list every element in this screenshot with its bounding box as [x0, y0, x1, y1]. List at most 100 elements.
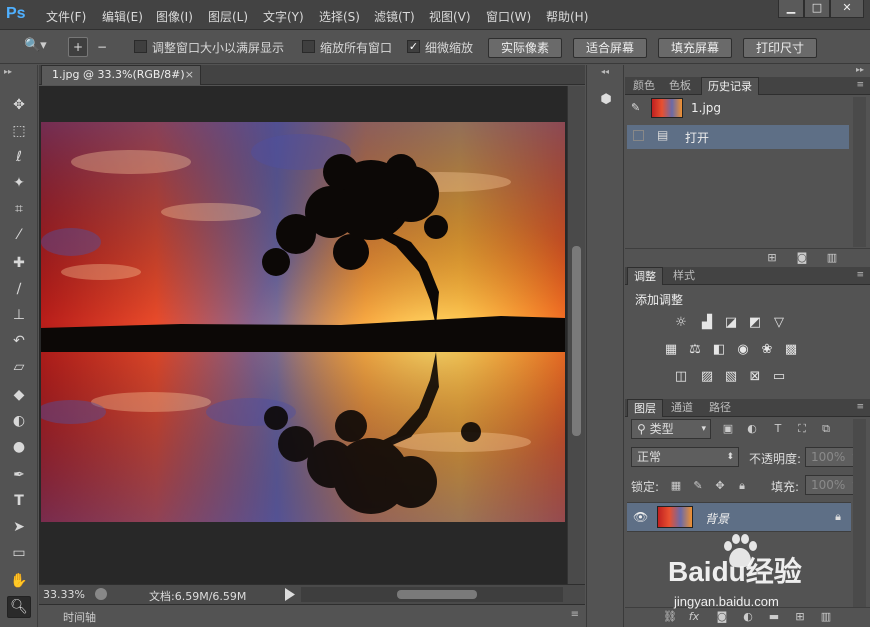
fit-screen-button[interactable]: 适合屏幕	[573, 38, 647, 58]
zoom-tool-icon[interactable]: 🔍︎	[7, 596, 31, 618]
filter-smart-object-icon[interactable]: ⧉	[819, 422, 833, 436]
horizontal-scrollbar[interactable]	[301, 587, 563, 602]
canvas-area[interactable]	[39, 86, 567, 584]
lock-all-icon[interactable]: 🔒︎	[735, 479, 749, 493]
panel-menu-icon[interactable]: ≡	[856, 270, 864, 280]
vertical-scroll-thumb[interactable]	[572, 246, 581, 436]
lock-pixels-icon[interactable]: ✎	[691, 479, 705, 493]
layer-name[interactable]: 背景	[705, 510, 729, 527]
black-white-icon[interactable]: ◧	[711, 342, 727, 358]
fill-screen-button[interactable]: 填充屏幕	[658, 38, 732, 58]
levels-icon[interactable]: ▟	[699, 315, 715, 331]
panel-menu-icon[interactable]: ≡	[856, 402, 864, 412]
tab-channels[interactable]: 通道	[665, 399, 699, 417]
zoom-level[interactable]: 33.33%	[43, 588, 85, 601]
actual-pixels-button[interactable]: 实际像素	[488, 38, 562, 58]
zoom-tool-preset-icon[interactable]: 🔍▾	[24, 38, 47, 53]
tab-color[interactable]: 颜色	[627, 77, 661, 95]
status-menu-arrow-icon[interactable]	[285, 588, 295, 601]
collapse-icon[interactable]: ▸▸	[4, 67, 12, 76]
history-step[interactable]: ▤ 打开	[627, 125, 849, 149]
healing-brush-tool-icon[interactable]: ✚	[9, 253, 29, 273]
layer-row[interactable]: 👁︎ 背景 🔒︎	[627, 502, 851, 532]
tab-layers[interactable]: 图层	[627, 399, 663, 417]
history-snapshot[interactable]: ✎ 1.jpg	[627, 97, 849, 121]
filter-shape-icon[interactable]: ⛶	[795, 422, 809, 436]
move-tool-icon[interactable]: ✥	[9, 95, 29, 115]
3d-cube-icon[interactable]: ⬢	[595, 89, 617, 111]
menu-type[interactable]: 文字(Y)	[263, 8, 304, 25]
collapse-icon[interactable]: ◂◂	[601, 67, 609, 76]
tab-history[interactable]: 历史记录	[701, 77, 759, 95]
resize-windows-checkbox[interactable]	[134, 40, 147, 53]
paint-bucket-tool-icon[interactable]: ◆	[9, 385, 29, 405]
magic-wand-tool-icon[interactable]: ✦	[9, 173, 29, 193]
path-selection-tool-icon[interactable]: ➤	[9, 517, 29, 537]
document-tab[interactable]: 1.jpg @ 33.3%(RGB/8#) ×	[41, 65, 201, 85]
lock-position-icon[interactable]: ✥	[713, 479, 727, 493]
menu-image[interactable]: 图像(I)	[156, 8, 193, 25]
tab-adjustments[interactable]: 调整	[627, 267, 663, 285]
gradient-map-icon[interactable]: ▭	[771, 369, 787, 385]
brightness-contrast-icon[interactable]: ☼	[673, 315, 689, 331]
clone-stamp-tool-icon[interactable]: ⊥	[9, 305, 29, 325]
rectangle-tool-icon[interactable]: ▭	[9, 543, 29, 563]
eye-icon[interactable]: 👁︎	[633, 510, 648, 524]
menu-edit[interactable]: 编辑(E)	[102, 8, 143, 25]
history-scrollbar[interactable]	[853, 97, 866, 247]
close-button[interactable]: ✕	[830, 0, 864, 18]
trash-icon[interactable]: ▥	[825, 251, 839, 265]
dodge-tool-icon[interactable]: ●	[9, 437, 29, 457]
posterize-icon[interactable]: ▨	[699, 369, 715, 385]
vertical-scrollbar[interactable]	[567, 86, 585, 584]
tab-swatches[interactable]: 色板	[663, 77, 697, 95]
scrubby-zoom-checkbox[interactable]: ✓	[407, 40, 420, 53]
menu-help[interactable]: 帮助(H)	[546, 8, 588, 25]
menu-filter[interactable]: 滤镜(T)	[374, 8, 415, 25]
panel-menu-icon[interactable]: ≡	[571, 609, 579, 620]
color-balance-icon[interactable]: ⚖	[687, 342, 703, 358]
menu-window[interactable]: 窗口(W)	[486, 8, 531, 25]
vibrance-icon[interactable]: ▽	[771, 315, 787, 331]
brush-tool-icon[interactable]: ∕	[9, 279, 29, 299]
close-tab-icon[interactable]: ×	[185, 66, 194, 84]
filter-type-icon[interactable]: T	[771, 422, 785, 436]
history-brush-tool-icon[interactable]: ↶	[9, 331, 29, 351]
status-info-icon[interactable]	[95, 588, 107, 600]
type-tool-icon[interactable]: T	[9, 491, 29, 511]
curves-icon[interactable]: ◪	[723, 315, 739, 331]
menu-select[interactable]: 选择(S)	[319, 8, 360, 25]
invert-icon[interactable]: ◫	[673, 369, 689, 385]
photo-filter-icon[interactable]: ◉	[735, 342, 751, 358]
menu-file[interactable]: 文件(F)	[46, 8, 86, 25]
threshold-icon[interactable]: ▧	[723, 369, 739, 385]
lasso-tool-icon[interactable]: ℓ	[9, 147, 29, 167]
lock-transparent-icon[interactable]: ▦	[669, 479, 683, 493]
blur-tool-icon[interactable]: ◐	[9, 411, 29, 431]
print-size-button[interactable]: 打印尺寸	[743, 38, 817, 58]
eraser-tool-icon[interactable]: ▱	[9, 357, 29, 377]
timeline-tab[interactable]: 时间轴	[63, 609, 96, 625]
crop-tool-icon[interactable]: ⌗	[9, 199, 29, 219]
menu-view[interactable]: 视图(V)	[429, 8, 471, 25]
minimize-button[interactable]: ▁	[778, 0, 804, 18]
selective-color-icon[interactable]: ⊠	[747, 369, 763, 385]
channel-mixer-icon[interactable]: ❀	[759, 342, 775, 358]
tab-paths[interactable]: 路径	[703, 399, 737, 417]
history-source-checkbox[interactable]	[633, 130, 644, 141]
blend-mode-select[interactable]: 正常 ⬍	[631, 447, 739, 467]
history-source-brush-icon[interactable]: ✎	[631, 101, 640, 114]
hue-saturation-icon[interactable]: ▦	[663, 342, 679, 358]
marquee-tool-icon[interactable]: ⬚	[9, 121, 29, 141]
color-lookup-icon[interactable]: ▩	[783, 342, 799, 358]
tab-styles[interactable]: 样式	[667, 267, 701, 285]
exposure-icon[interactable]: ◩	[747, 315, 763, 331]
zoom-all-windows-checkbox[interactable]	[302, 40, 315, 53]
maximize-button[interactable]: □	[804, 0, 830, 18]
pen-tool-icon[interactable]: ✒	[9, 465, 29, 485]
panel-menu-icon[interactable]: ≡	[856, 80, 864, 90]
horizontal-scroll-thumb[interactable]	[397, 590, 477, 599]
zoom-in-icon[interactable]: +	[68, 37, 88, 57]
filter-pixel-icon[interactable]: ▣	[721, 422, 735, 436]
expand-icon[interactable]: ▸▸	[856, 65, 864, 74]
